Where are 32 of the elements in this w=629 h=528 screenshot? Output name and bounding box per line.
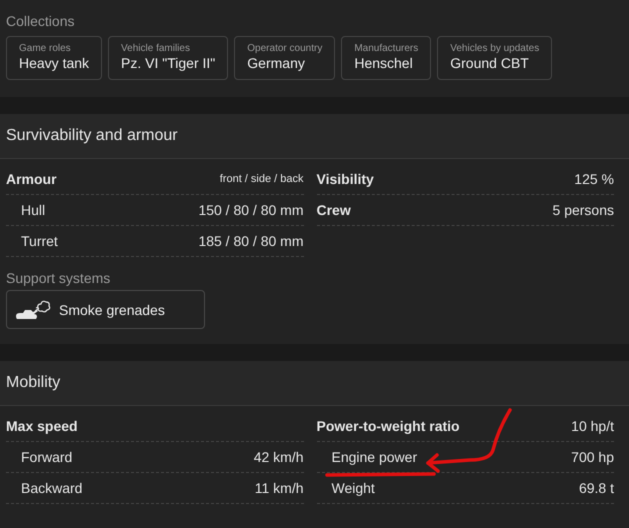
collection-link[interactable]: Vehicle families Pz. VI "Tiger II" — [108, 36, 228, 80]
stat-label: Max speed — [6, 418, 78, 434]
collection-link[interactable]: Operator country Germany — [234, 36, 336, 80]
section-label: Support systems — [6, 269, 112, 287]
collection-link[interactable]: Vehicles by updates Ground CBT — [437, 36, 552, 80]
stat-label: Armour — [6, 171, 57, 187]
collection-link[interactable]: Game roles Heavy tank — [6, 36, 102, 80]
stat-value: front / side / back — [220, 173, 304, 185]
stat-value: 700 hp — [571, 449, 614, 465]
stat-value: 125 % — [574, 171, 614, 187]
stat-value: 42 km/h — [254, 449, 304, 465]
stat-label: Weight — [330, 480, 375, 496]
stat-label: Turret — [20, 233, 58, 249]
stat-value: 150 / 80 / 80 mm — [198, 202, 304, 218]
stat-label: Engine power — [330, 449, 418, 465]
stat-label: Hull — [20, 202, 46, 218]
stat-value: 10 hp/t — [571, 418, 614, 434]
stat-value: 69.8 t — [578, 480, 614, 496]
stat-value: 11 km/h — [254, 480, 304, 496]
section-header: Survivability and armour — [0, 114, 629, 159]
support-button[interactable]: Smoke grenades — [6, 290, 205, 329]
stat-label: Forward — [20, 449, 72, 465]
stat-label: Backward — [20, 480, 82, 496]
stat-value: 5 persons — [552, 202, 614, 218]
stat-label: Crew — [316, 202, 351, 218]
collection-link[interactable]: Manufacturers Henschel — [341, 36, 432, 80]
stat-value: 185 / 80 / 80 mm — [198, 233, 304, 249]
stat-label: Visibility — [316, 171, 374, 187]
section-header: Mobility — [0, 361, 629, 406]
stat-label: Power-to-weight ratio — [316, 418, 460, 434]
section-label: Collections — [6, 12, 76, 30]
tank-smoke-icon — [15, 298, 51, 320]
